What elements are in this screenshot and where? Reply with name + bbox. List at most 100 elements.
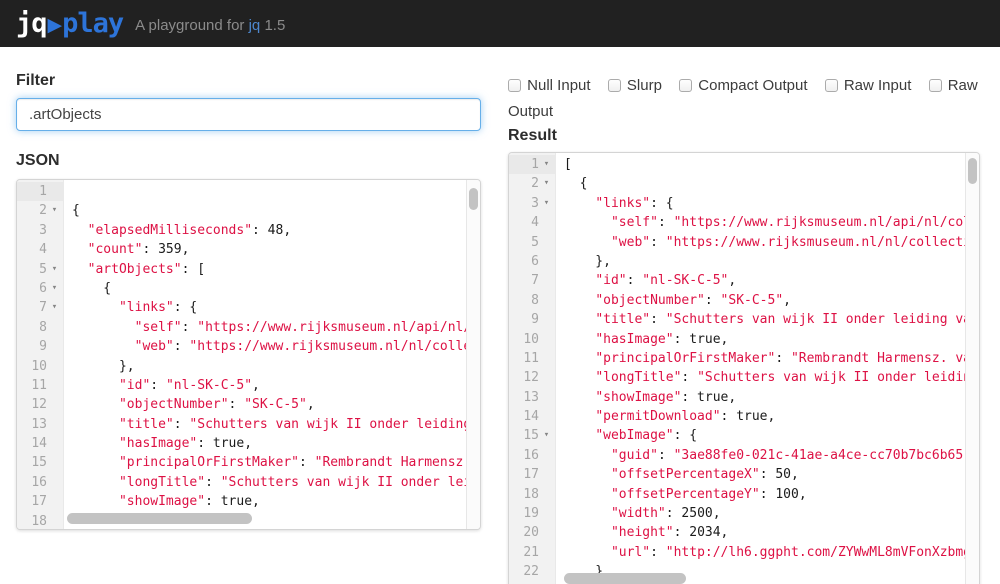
checkbox-compact-output[interactable] — [679, 79, 692, 92]
line-number: 7▾ — [17, 298, 63, 317]
code-line: "id": "nl-SK-C-5", — [72, 376, 480, 395]
line-number: 8 — [17, 318, 63, 337]
fold-spacer — [539, 233, 554, 252]
fold-arrow-icon[interactable]: ▾ — [47, 201, 62, 220]
line-number: 16 — [509, 446, 555, 465]
filter-input[interactable] — [16, 98, 481, 131]
app-header: jq ▶ play A playground for jq 1.5 — [0, 0, 1000, 47]
json-vertical-scrollbar-thumb[interactable] — [469, 188, 478, 210]
line-number: 3 — [17, 221, 63, 240]
line-number: 11 — [17, 376, 63, 395]
fold-spacer — [539, 407, 554, 426]
code-line: "id": "nl-SK-C-5", — [564, 271, 979, 290]
code-line: "url": "http://lh6.ggpht.com/ZYWwML8mVFo… — [564, 543, 979, 562]
line-number: 12 — [509, 368, 555, 387]
code-line: "title": "Schutters van wijk II onder le… — [72, 415, 480, 434]
code-line: "artObjects": [ — [72, 260, 480, 279]
option-label: Slurp — [627, 77, 662, 94]
code-line: "links": { — [72, 298, 480, 317]
fold-spacer — [47, 473, 62, 492]
result-code-area[interactable]: [ { "links": { "self": "https://www.rijk… — [557, 155, 979, 584]
checkbox-raw-input[interactable] — [825, 79, 838, 92]
fold-arrow-icon[interactable]: ▾ — [47, 260, 62, 279]
result-horizontal-scrollbar-thumb[interactable] — [564, 573, 686, 584]
fold-arrow-icon[interactable]: ▾ — [539, 426, 554, 445]
code-line: "count": 359, — [72, 240, 480, 259]
fold-arrow-icon[interactable]: ▾ — [47, 298, 62, 317]
option-compact-output[interactable]: Compact Output — [679, 73, 807, 99]
line-number: 14 — [509, 407, 555, 426]
line-number: 10 — [17, 357, 63, 376]
fold-spacer — [539, 523, 554, 542]
code-line: "offsetPercentageY": 100, — [564, 485, 979, 504]
fold-spacer — [47, 512, 62, 530]
checkbox-raw-output[interactable] — [929, 79, 942, 92]
line-number: 18 — [509, 485, 555, 504]
subtitle-version: 1.5 — [260, 17, 285, 34]
line-number: 22 — [509, 562, 555, 581]
code-line: "showImage": true, — [72, 492, 480, 511]
fold-spacer — [539, 310, 554, 329]
code-line: "web": "https://www.rijksmuseum.nl/nl/co… — [564, 233, 979, 252]
fold-spacer — [539, 252, 554, 271]
line-number: 9 — [17, 337, 63, 356]
json-horizontal-scrollbar-thumb[interactable] — [67, 513, 252, 524]
fold-spacer — [539, 368, 554, 387]
code-line: "webImage": { — [564, 426, 979, 445]
code-line: "hasImage": true, — [72, 434, 480, 453]
fold-arrow-icon[interactable]: ▾ — [47, 279, 62, 298]
fold-spacer — [539, 291, 554, 310]
options-row: Null Input Slurp Compact Output Raw Inpu… — [508, 73, 980, 125]
option-raw-input[interactable]: Raw Input — [825, 73, 912, 99]
line-number: 2▾ — [17, 201, 63, 220]
play-triangle-icon: ▶ — [48, 14, 62, 36]
code-line: "self": "https://www.rijksmuseum.nl/api/… — [564, 213, 979, 232]
json-vertical-scrollbar[interactable] — [466, 180, 480, 529]
code-line: "showImage": true, — [564, 388, 979, 407]
line-number: 17 — [17, 492, 63, 511]
result-label: Result — [508, 127, 980, 145]
app-logo: jq ▶ play — [16, 8, 123, 39]
code-line: "principalOrFirstMaker": "Rembrandt Harm… — [564, 349, 979, 368]
fold-spacer — [539, 388, 554, 407]
code-line: "longTitle": "Schutters van wijk II onde… — [72, 473, 480, 492]
line-number: 20 — [509, 523, 555, 542]
json-label: JSON — [16, 152, 481, 170]
fold-arrow-icon[interactable]: ▾ — [539, 194, 554, 213]
checkbox-null-input[interactable] — [508, 79, 521, 92]
fold-arrow-icon[interactable]: ▾ — [539, 155, 554, 174]
fold-arrow-icon[interactable]: ▾ — [539, 174, 554, 193]
code-line: "width": 2500, — [564, 504, 979, 523]
result-vertical-scrollbar[interactable] — [965, 153, 979, 584]
option-slurp[interactable]: Slurp — [608, 73, 662, 99]
option-label: Null Input — [527, 77, 590, 94]
code-line: "elapsedMilliseconds": 48, — [72, 221, 480, 240]
result-vertical-scrollbar-thumb[interactable] — [968, 158, 977, 184]
app-subtitle: A playground for jq 1.5 — [135, 17, 285, 34]
fold-spacer — [47, 240, 62, 259]
code-line: "principalOrFirstMaker": "Rembrandt Harm… — [72, 453, 480, 472]
json-input-editor[interactable]: { "elapsedMilliseconds": 48, "count": 35… — [16, 179, 481, 530]
line-number: 4 — [17, 240, 63, 259]
code-line: "self": "https://www.rijksmuseum.nl/api/… — [72, 318, 480, 337]
line-number: 14 — [17, 434, 63, 453]
fold-spacer — [47, 337, 62, 356]
json-code-area[interactable]: { "elapsedMilliseconds": 48, "count": 35… — [65, 182, 480, 529]
checkbox-slurp[interactable] — [608, 79, 621, 92]
logo-jq-text: jq — [16, 8, 47, 39]
code-line: { — [72, 201, 480, 220]
fold-spacer — [539, 543, 554, 562]
fold-spacer — [47, 395, 62, 414]
jq-link[interactable]: jq — [249, 17, 261, 34]
line-number: 10 — [509, 330, 555, 349]
line-number: 6 — [509, 252, 555, 271]
fold-spacer — [47, 318, 62, 337]
result-editor[interactable]: [ { "links": { "self": "https://www.rijk… — [508, 152, 980, 584]
line-number: 13 — [509, 388, 555, 407]
option-null-input[interactable]: Null Input — [508, 73, 591, 99]
line-number: 3▾ — [509, 194, 555, 213]
code-line: "hasImage": true, — [564, 330, 979, 349]
line-number: 6▾ — [17, 279, 63, 298]
line-number: 15▾ — [509, 426, 555, 445]
subtitle-prefix: A playground for — [135, 17, 248, 34]
